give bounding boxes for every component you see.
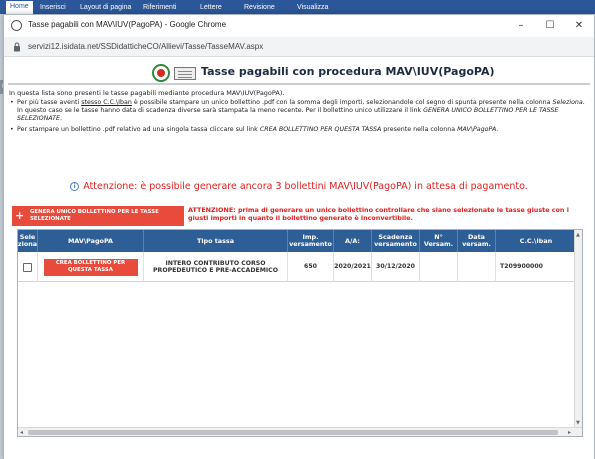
- window-titlebar[interactable]: Tasse pagabili con MAV\IUV(PagoPA) - Goo…: [4, 15, 594, 37]
- row-tipo-cell: INTERO CONTRIBUTO CORSO PROPEDEUTICO E P…: [144, 252, 288, 282]
- maximize-button[interactable]: ☐: [537, 18, 563, 34]
- ribbon-tab-revisione[interactable]: Revisione: [244, 2, 275, 14]
- url-text[interactable]: servizi12.isidata.net/SSDidatticheCO/All…: [28, 42, 263, 51]
- row-importo-cell: 650: [288, 252, 334, 282]
- instructions-list: • Per più tasse aventi stesso C.C.\Iban è…: [9, 99, 589, 134]
- scroll-right-icon[interactable]: ▸: [568, 428, 571, 436]
- row-iban-cell: T209900000: [500, 263, 543, 271]
- generate-unique-bill-button[interactable]: + GENERA UNICO BOLLETTINO PER LE TASSE S…: [12, 206, 184, 226]
- table-row: CREA BOLLETTINO PER QUESTA TASSA INTERO …: [18, 252, 576, 282]
- row-mav-cell: CREA BOLLETTINO PER QUESTA TASSA: [38, 252, 144, 282]
- scroll-down-icon[interactable]: ▼: [576, 420, 580, 426]
- ribbon-tab-visualizza[interactable]: Visualizza: [297, 2, 328, 14]
- scroll-up-icon[interactable]: ▲: [576, 232, 580, 238]
- instruction-item: • Per più tasse aventi stesso C.C.\Iban è…: [10, 99, 585, 122]
- chrome-icon: [11, 20, 22, 31]
- select-checkbox[interactable]: [23, 262, 32, 272]
- col-header-tipo: Tipo tassa: [144, 230, 288, 252]
- scroll-left-icon[interactable]: ◂: [20, 428, 23, 436]
- row-n-versam-cell: [420, 252, 458, 282]
- row-data-versam-cell: [458, 252, 496, 282]
- pagopa-logo-icon: [152, 64, 170, 82]
- window-title: Tasse pagabili con MAV\IUV(PagoPA) - Goo…: [28, 20, 227, 29]
- horizontal-scrollbar[interactable]: ◂ ▸: [18, 427, 582, 436]
- row-aa-cell: 2020/2021: [334, 252, 372, 282]
- page-header: Tasse pagabili con procedura MAV\IUV(Pag…: [8, 61, 590, 85]
- minimize-button[interactable]: –: [508, 18, 534, 34]
- chrome-popup-window: Tasse pagabili con MAV\IUV(PagoPA) - Goo…: [3, 14, 595, 459]
- iban-link-text: stesso C.C.\Iban: [81, 99, 132, 106]
- create-bill-button[interactable]: CREA BOLLETTINO PER QUESTA TASSA: [43, 258, 138, 276]
- row-select-cell: [18, 252, 38, 282]
- address-bar[interactable]: servizi12.isidata.net/SSDidatticheCO/All…: [4, 37, 594, 57]
- close-button[interactable]: ✕: [566, 18, 592, 34]
- page-title: Tasse pagabili con procedura MAV\IUV(Pag…: [201, 65, 495, 78]
- col-header-importo: Imp. versamento: [288, 230, 334, 252]
- ribbon-tab-riferimenti[interactable]: Riferimenti: [143, 2, 176, 14]
- lock-icon: [14, 42, 20, 52]
- plus-icon: +: [15, 209, 25, 222]
- table-header: Sele ziona MAV\PagoPA Tipo tassa Imp. ve…: [18, 230, 576, 252]
- ribbon-tab-layout[interactable]: Layout di pagina: [80, 2, 131, 14]
- col-header-scadenza: Scadenza versamento: [372, 230, 420, 252]
- col-header-select: Sele ziona: [18, 230, 38, 252]
- warning-message: ATTENZIONE: prima di generare un unico b…: [188, 206, 569, 222]
- col-header-aa: A/A:: [334, 230, 372, 252]
- instruction-item: • Per stampare un bollettino .pdf relativ…: [10, 126, 499, 133]
- intro-text: In questa lista sono presenti le tasse p…: [9, 89, 285, 97]
- page-content: Tasse pagabili con procedura MAV\IUV(Pag…: [4, 57, 594, 459]
- generate-button-label: GENERA UNICO BOLLETTINO PER LE TASSE SEL…: [30, 209, 159, 222]
- card-icon: [174, 67, 196, 80]
- fees-table: Sele ziona MAV\PagoPA Tipo tassa Imp. ve…: [17, 229, 583, 437]
- ribbon-tab-home[interactable]: Home: [6, 1, 33, 14]
- vertical-scrollbar[interactable]: ▲ ▼: [574, 230, 582, 428]
- col-header-mav: MAV\PagoPA: [38, 230, 144, 252]
- col-header-data-versam: Data versam.: [458, 230, 496, 252]
- horizontal-scroll-thumb[interactable]: [28, 430, 558, 435]
- ribbon-tab-lettere[interactable]: Lettere: [200, 2, 222, 14]
- col-header-n-versam: N° Versam.: [420, 230, 458, 252]
- word-ribbon: Home Inserisci Layout di pagina Riferime…: [0, 0, 595, 14]
- col-header-iban: C.C.\Iban: [519, 236, 553, 245]
- info-icon: i: [70, 182, 80, 191]
- row-scadenza-cell: 30/12/2020: [372, 252, 420, 282]
- ribbon-tab-inserisci[interactable]: Inserisci: [40, 2, 66, 14]
- attention-message: i Attenzione: è possibile generare ancora…: [4, 181, 594, 192]
